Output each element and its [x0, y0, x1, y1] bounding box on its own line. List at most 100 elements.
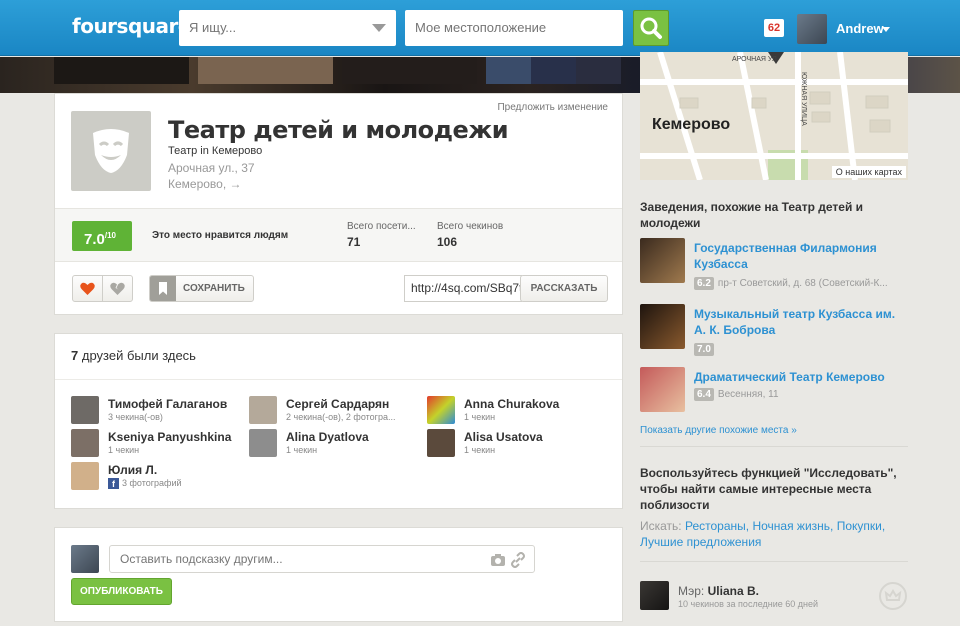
save-button[interactable]: СОХРАНИТЬ — [149, 275, 254, 302]
map-city-label: Кемерово — [652, 116, 731, 133]
venue-score: 7.0 — [694, 343, 714, 356]
venue-photo[interactable] — [531, 57, 576, 84]
venue-photo[interactable] — [54, 57, 189, 84]
venue-photo[interactable] — [198, 57, 333, 84]
venue-name-link[interactable]: Музыкальный театр Кузбасса им. А. К. Боб… — [694, 306, 904, 338]
like-button[interactable] — [72, 275, 103, 302]
rating-text: Это место нравится людям — [152, 230, 289, 241]
notification-count[interactable]: 62 — [764, 19, 784, 37]
explore-categories: Лучшие предложения — [640, 535, 761, 549]
visitors-stat: Всего посети... 71 — [347, 221, 416, 249]
friend-name[interactable]: Тимофей Галаганов — [108, 397, 227, 411]
friend-avatar[interactable] — [71, 429, 99, 457]
venue-score: 6.2 — [694, 277, 714, 290]
mayor-line: Мэр: Uliana B. — [678, 584, 759, 598]
mayor-label: Мэр: — [678, 584, 705, 598]
friend-avatar[interactable] — [249, 429, 277, 457]
map-credit-link[interactable]: О наших картах — [831, 166, 906, 178]
venue-name-link[interactable]: Государственная Филармония Кузбасса — [694, 240, 904, 272]
venue-category[interactable]: Театр in Кемерово — [168, 145, 262, 157]
friend-avatar[interactable] — [427, 429, 455, 457]
explore-link-deals[interactable]: Лучшие предложения — [640, 535, 761, 549]
friend-avatar[interactable] — [427, 396, 455, 424]
friend-activity: 2 чекина(-ов), 2 фотогра... — [286, 412, 396, 422]
camera-icon[interactable] — [490, 553, 506, 567]
mayor-name[interactable]: Uliana B. — [708, 584, 759, 598]
crown-icon — [879, 582, 907, 610]
explore-link-restaurants[interactable]: Рестораны, — [685, 519, 749, 533]
friend-name[interactable]: Сергей Сардарян — [286, 397, 389, 411]
search-input[interactable] — [189, 20, 359, 35]
broken-heart-icon — [110, 282, 125, 295]
friend-name[interactable]: Anna Churakova — [464, 397, 559, 411]
venue-thumbnail[interactable] — [640, 367, 685, 412]
foursquare-logo[interactable]: foursquare — [72, 14, 191, 38]
location-input[interactable] — [415, 20, 585, 35]
venue-meta: 7.0 — [694, 343, 718, 356]
search-icon — [640, 17, 662, 39]
share-url-field[interactable]: http://4sq.com/SBq7t — [404, 275, 522, 302]
explore-categories: Искать: Рестораны, Ночная жизнь, Покупки… — [640, 519, 885, 533]
venue-thumbnail[interactable] — [640, 238, 685, 283]
explore-link-shopping[interactable]: Покупки, — [837, 519, 885, 533]
share-button[interactable]: РАССКАЗАТЬ — [520, 275, 608, 302]
explore-promo-text: Воспользуйтесь функцией "Исследовать", ч… — [640, 466, 897, 512]
stat-value: 106 — [437, 235, 458, 249]
friend-avatar[interactable] — [71, 462, 99, 490]
rating-value: 7.0 — [84, 231, 105, 248]
venue-meta: 6.2 пр-т Советский, д. 68 (Советский-К... — [694, 277, 888, 290]
publish-button[interactable]: ОПУБЛИКОВАТЬ — [71, 578, 172, 605]
venue-city-link[interactable]: Кемерово, → — [168, 177, 242, 191]
rating-badge[interactable]: 7.0/10 — [72, 221, 132, 251]
friend-name[interactable]: Юлия Л. — [108, 463, 157, 477]
friend-name[interactable]: Alisa Usatova — [464, 430, 543, 444]
chevron-down-icon[interactable] — [882, 27, 890, 32]
bookmark-icon — [150, 276, 176, 301]
user-avatar[interactable] — [797, 14, 827, 44]
mayor-checkins: 10 чекинов за последние 60 дней — [678, 599, 819, 609]
checkins-stat: Всего чекинов 106 — [437, 221, 503, 249]
tip-field[interactable] — [109, 545, 535, 573]
heart-icon — [80, 282, 95, 295]
user-name[interactable]: Andrew — [836, 21, 884, 36]
location-field[interactable] — [405, 10, 623, 46]
venue-photo[interactable] — [576, 57, 621, 84]
tip-input[interactable] — [120, 552, 480, 566]
theater-mask-icon — [71, 111, 151, 191]
search-button[interactable] — [633, 10, 669, 46]
tip-card: ОПУБЛИКОВАТЬ — [54, 527, 623, 622]
dislike-button[interactable] — [102, 275, 133, 302]
friends-card: 7 друзей были здесь Тимофей Галаганов 3 … — [54, 333, 623, 509]
explore-link-nightlife[interactable]: Ночная жизнь, — [752, 519, 833, 533]
more-similar-link[interactable]: Показать другие похожие места » — [640, 425, 797, 436]
suggest-edit-link[interactable]: Предложить изменение — [497, 102, 608, 113]
venue-score: 6.4 — [694, 388, 714, 401]
venue-meta-text: пр-т Советский, д. 68 (Советский-К... — [717, 278, 888, 289]
save-label: СОХРАНИТЬ — [183, 283, 245, 294]
venue-photo[interactable] — [342, 57, 477, 84]
friends-count: 7 — [71, 348, 79, 363]
venue-meta: 6.4 Весенняя, 11 — [694, 388, 779, 401]
rating-scale: /10 — [104, 231, 116, 240]
venue-address: Арочная ул., 37 — [168, 161, 255, 175]
venue-name-link[interactable]: Драматический Театр Кемерово — [694, 369, 904, 385]
friend-avatar[interactable] — [249, 396, 277, 424]
link-icon[interactable] — [510, 552, 526, 568]
friend-avatar[interactable] — [71, 396, 99, 424]
top-bar: foursquare 62 Andrew — [0, 0, 960, 56]
facebook-icon: f — [108, 478, 119, 489]
venue-map[interactable]: АРОЧНАЯ УЛ. ЮЖНАЯ УЛИЦА Кемерово О наших… — [640, 52, 908, 180]
explore-search-label: Искать: — [640, 519, 682, 533]
friend-name[interactable]: Alina Dyatlova — [286, 430, 369, 444]
mayor-avatar[interactable] — [640, 581, 669, 610]
friends-heading: 7 друзей были здесь — [71, 348, 196, 363]
friend-activity-text: 3 фотографий — [122, 478, 182, 488]
venue-thumbnail[interactable] — [640, 304, 685, 349]
similar-venues-title: Заведения, похожие на Театр детей и моло… — [640, 200, 864, 230]
chevron-down-icon[interactable] — [372, 24, 386, 32]
venue-photo[interactable] — [486, 57, 531, 84]
friend-activity: 1 чекин — [108, 445, 140, 455]
divider — [640, 561, 908, 562]
friend-name[interactable]: Kseniya Panyushkina — [108, 430, 231, 444]
search-field[interactable] — [179, 10, 396, 46]
